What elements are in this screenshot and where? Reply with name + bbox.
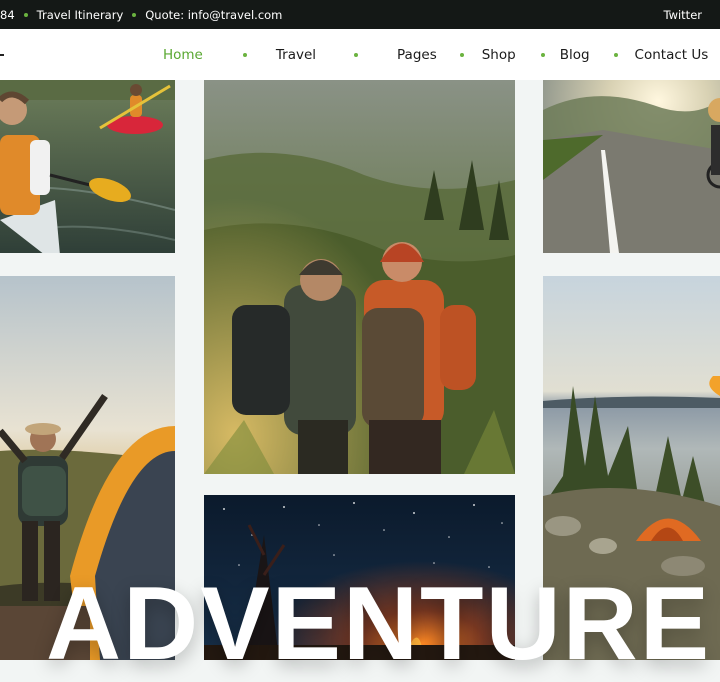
photo-road-cyclist[interactable] xyxy=(543,80,720,253)
nav-dot xyxy=(242,52,247,57)
nav-blog[interactable]: Blog xyxy=(560,47,590,63)
nav-contact-us[interactable]: Contact Us xyxy=(635,47,709,63)
phone-number[interactable]: 84 xyxy=(0,8,15,22)
top-bar: 84 Travel Itinerary Quote: info@travel.c… xyxy=(0,0,720,29)
quote-email-link[interactable]: Quote: info@travel.com xyxy=(145,8,282,22)
nav-shop[interactable]: Shop xyxy=(482,47,516,63)
nav-pages[interactable]: Pages xyxy=(397,47,437,63)
nav-dot xyxy=(459,52,464,57)
separator-dot xyxy=(132,12,137,17)
twitter-link[interactable]: Twitter xyxy=(663,8,702,22)
menu-edge-icon[interactable] xyxy=(0,54,4,56)
nav-home[interactable]: Home xyxy=(163,47,203,63)
photo-hikers[interactable] xyxy=(204,80,515,474)
nav-dot xyxy=(540,52,545,57)
photo-kayakers[interactable] xyxy=(0,80,175,253)
nav-dot xyxy=(613,52,618,57)
main-nav: Home Travel Pages Shop Blog Contact Us xyxy=(163,29,708,80)
nav-dot xyxy=(354,52,359,57)
travel-itinerary-link[interactable]: Travel Itinerary xyxy=(37,8,124,22)
adventure-headline: ADVENTURE xyxy=(46,566,712,682)
separator-dot xyxy=(23,12,28,17)
nav-travel[interactable]: Travel xyxy=(276,47,316,63)
main-navbar: Home Travel Pages Shop Blog Contact Us xyxy=(0,29,720,80)
contact-info: 84 Travel Itinerary Quote: info@travel.c… xyxy=(0,0,282,29)
